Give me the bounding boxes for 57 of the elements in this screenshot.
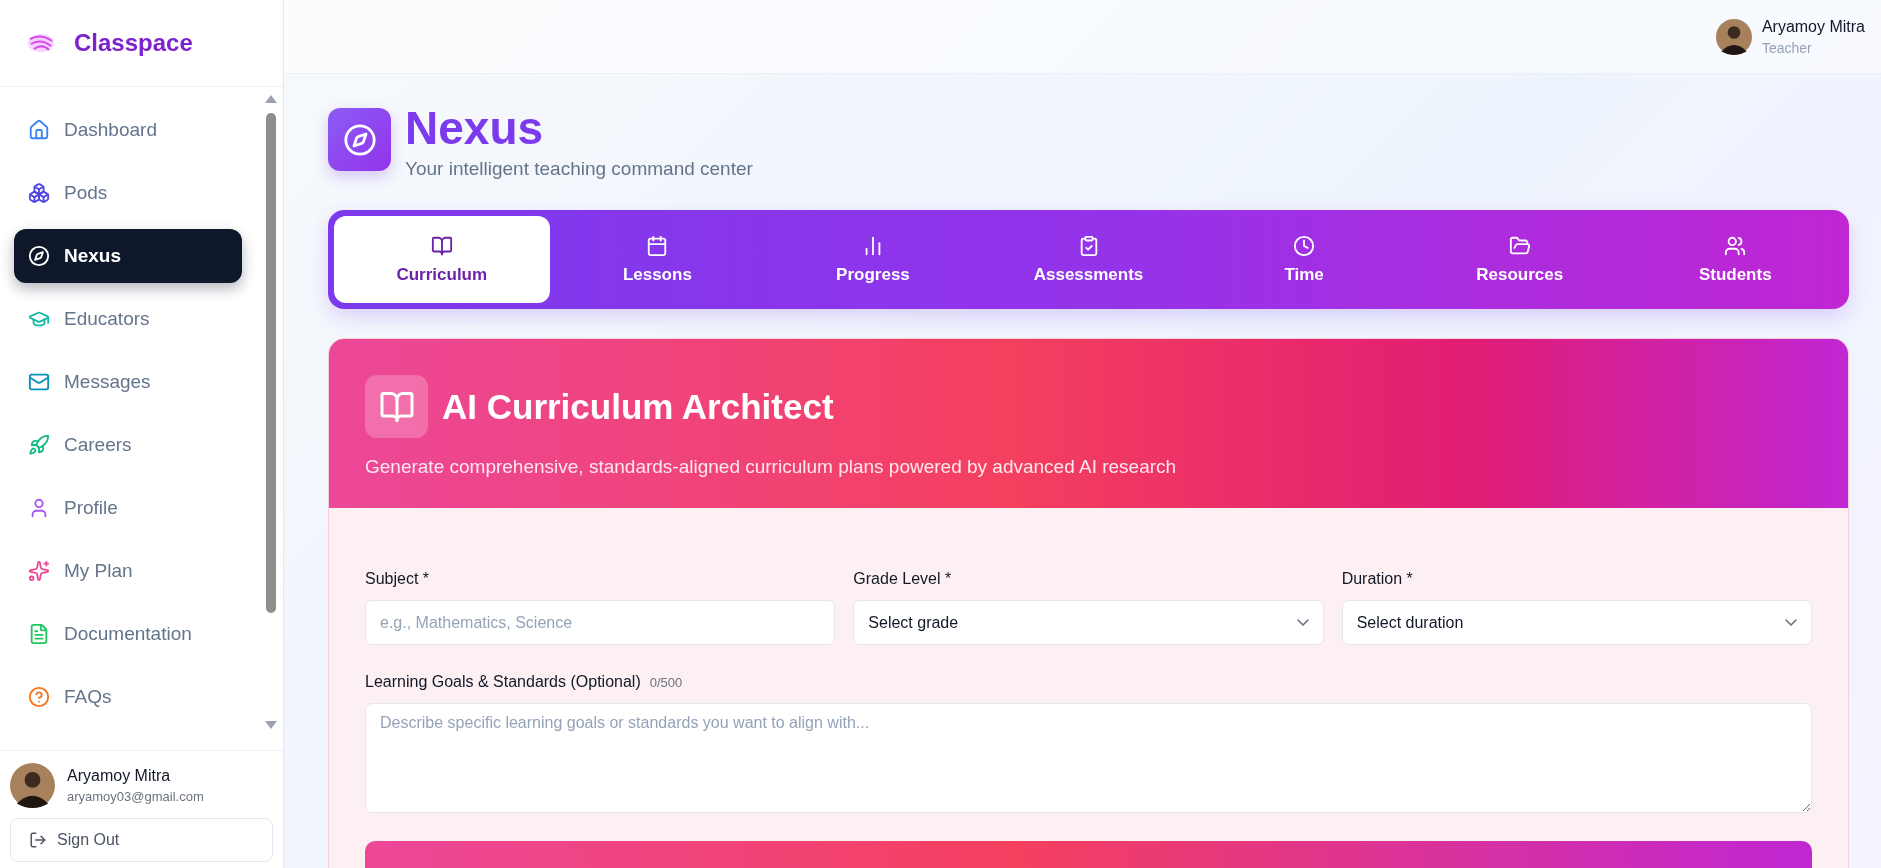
field-label: Learning Goals & Standards (Optional) <box>365 673 641 692</box>
field-label: Subject * <box>365 570 431 589</box>
chevron-down-icon <box>1296 619 1309 627</box>
user-name: Aryamoy Mitra <box>67 767 172 785</box>
rocket-icon <box>28 434 50 456</box>
page-subtitle: Your intelligent teaching command center <box>405 158 753 181</box>
tab[interactable]: Curriculum <box>334 216 550 304</box>
document-icon <box>28 623 50 645</box>
sidebar-item[interactable]: Messages <box>14 355 242 409</box>
sidebar-item[interactable]: Nexus <box>14 229 242 283</box>
character-counter: 0/500 <box>649 675 683 691</box>
page-title: Nexus <box>405 104 545 153</box>
compass-icon <box>28 245 50 267</box>
house-icon <box>28 119 50 141</box>
mail-icon <box>28 371 50 393</box>
user-email: aryamoy03@gmail.com <box>67 789 204 804</box>
sidebar-item[interactable]: Documentation <box>14 607 242 661</box>
sparkles-icon <box>28 560 50 582</box>
help-icon <box>28 686 50 708</box>
sidebar-item[interactable]: Careers <box>14 418 242 472</box>
tab[interactable]: Assessments <box>980 216 1197 304</box>
tab[interactable]: Time <box>1196 216 1412 304</box>
subject-field[interactable]: e.g., Mathematics, Science <box>365 600 836 646</box>
book-icon <box>430 234 453 257</box>
sign-out-button[interactable]: Sign Out <box>10 818 273 862</box>
select-field[interactable]: Select duration <box>1341 600 1812 646</box>
sidebar-item[interactable]: My Plan <box>14 544 242 598</box>
calendar-icon <box>646 234 669 257</box>
user-name: Aryamoy Mitra <box>1761 17 1865 36</box>
user-role: Teacher <box>1761 39 1813 56</box>
avatar <box>1715 18 1752 55</box>
card-title: AI Curriculum Architect <box>442 386 834 427</box>
sidebar-item[interactable]: Profile <box>14 481 242 535</box>
card-description: Generate comprehensive, standards-aligned curriculum plans powered by advanced AI research <box>365 456 1178 479</box>
goals-field[interactable]: Describe specific learning goals or standards you want to align with... <box>365 703 1812 814</box>
select-field[interactable]: Select grade <box>853 600 1324 646</box>
chevron-down-icon <box>1785 619 1797 627</box>
tab[interactable]: Lessons <box>549 216 766 304</box>
tab[interactable]: Resources <box>1411 216 1628 304</box>
users-icon <box>1724 234 1747 257</box>
sidebar-item[interactable]: Dashboard <box>14 103 242 157</box>
sidebar-item[interactable]: Educators <box>14 292 242 346</box>
avatar <box>10 763 55 808</box>
folder-icon <box>1508 234 1531 257</box>
logo-icon <box>26 31 56 55</box>
field-label: Duration * <box>1341 570 1414 589</box>
boxes-icon <box>28 182 50 204</box>
logout-icon <box>29 831 47 849</box>
brand-name: Classpace <box>74 29 193 57</box>
tab[interactable]: Students <box>1627 216 1844 304</box>
sidebar-item[interactable]: FAQs <box>14 670 242 724</box>
clock-icon <box>1293 234 1316 257</box>
field-label: Grade Level * <box>853 570 953 589</box>
sidebar-item[interactable]: Pods <box>14 166 242 220</box>
compass-icon <box>328 108 391 171</box>
book-icon <box>365 375 428 439</box>
tab[interactable]: Progress <box>765 216 981 304</box>
